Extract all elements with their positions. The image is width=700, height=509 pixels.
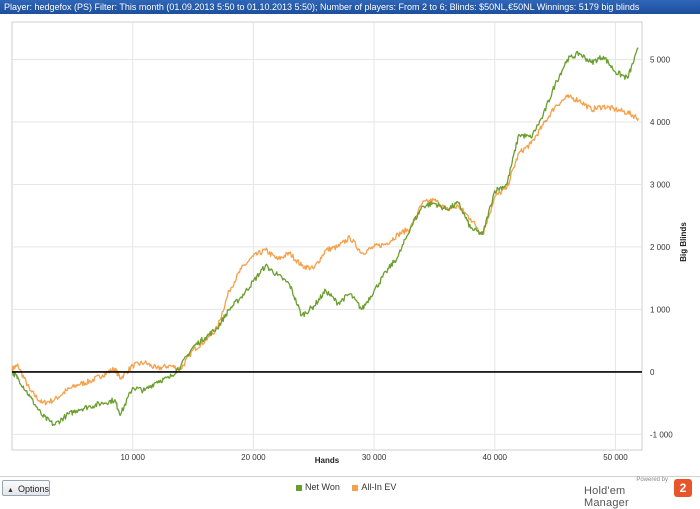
legend-item-net-won: Net Won — [296, 482, 340, 492]
brand: Powered by Hold'em Manager 2 — [584, 477, 694, 509]
x-tick-label: 20 000 — [241, 453, 266, 462]
brand-name: Hold'em Manager — [584, 485, 629, 509]
x-tick-label: 40 000 — [483, 453, 508, 462]
x-tick-label: 10 000 — [120, 453, 145, 462]
legend-label-all-in-ev: All-In EV — [361, 482, 397, 492]
y-axis-ticks: -1 000 0 1 000 2 000 3 000 4 000 5 000 — [650, 55, 673, 439]
y-tick-label: 1 000 — [650, 305, 671, 314]
legend-swatch-net-won — [296, 484, 302, 491]
x-tick-label: 50 000 — [603, 453, 628, 462]
filter-text: Player: hedgefox (PS) Filter: This month… — [4, 2, 640, 12]
options-label: Options — [17, 484, 49, 494]
x-axis-label: Hands — [315, 456, 340, 465]
bottom-bar: ▲ Options Net Won All-In EV Powered by Ho… — [0, 476, 700, 509]
y-tick-label: 0 — [650, 368, 655, 377]
y-tick-label: 4 000 — [650, 118, 671, 127]
y-tick-label: -1 000 — [650, 430, 673, 439]
chart-legend: Net Won All-In EV — [296, 482, 406, 492]
y-tick-label: 2 000 — [650, 243, 671, 252]
winnings-chart: 10 000 20 000 30 000 40 000 50 000 -1 000 0 1 … — [11, 21, 688, 465]
plot-background — [11, 21, 643, 451]
y-tick-label: 3 000 — [650, 180, 671, 189]
filter-bar: Player: hedgefox (PS) Filter: This month… — [0, 0, 700, 14]
y-axis-label: Big Blinds — [679, 222, 688, 262]
y-tick-label: 5 000 — [650, 55, 671, 64]
triangle-up-icon: ▲ — [7, 487, 14, 494]
legend-label-net-won: Net Won — [305, 482, 340, 492]
chart-area: 10 000 20 000 30 000 40 000 50 000 -1 000 0 1 … — [0, 14, 700, 474]
hm2-logo-icon: 2 — [674, 479, 692, 497]
x-tick-label: 30 000 — [362, 453, 387, 462]
legend-swatch-all-in-ev — [352, 484, 359, 491]
x-axis-ticks: 10 000 20 000 30 000 40 000 50 000 — [120, 453, 628, 462]
legend-item-all-in-ev: All-In EV — [352, 482, 396, 492]
brand-powered-text: Powered by — [636, 477, 668, 483]
options-button[interactable]: ▲ Options — [2, 480, 50, 496]
